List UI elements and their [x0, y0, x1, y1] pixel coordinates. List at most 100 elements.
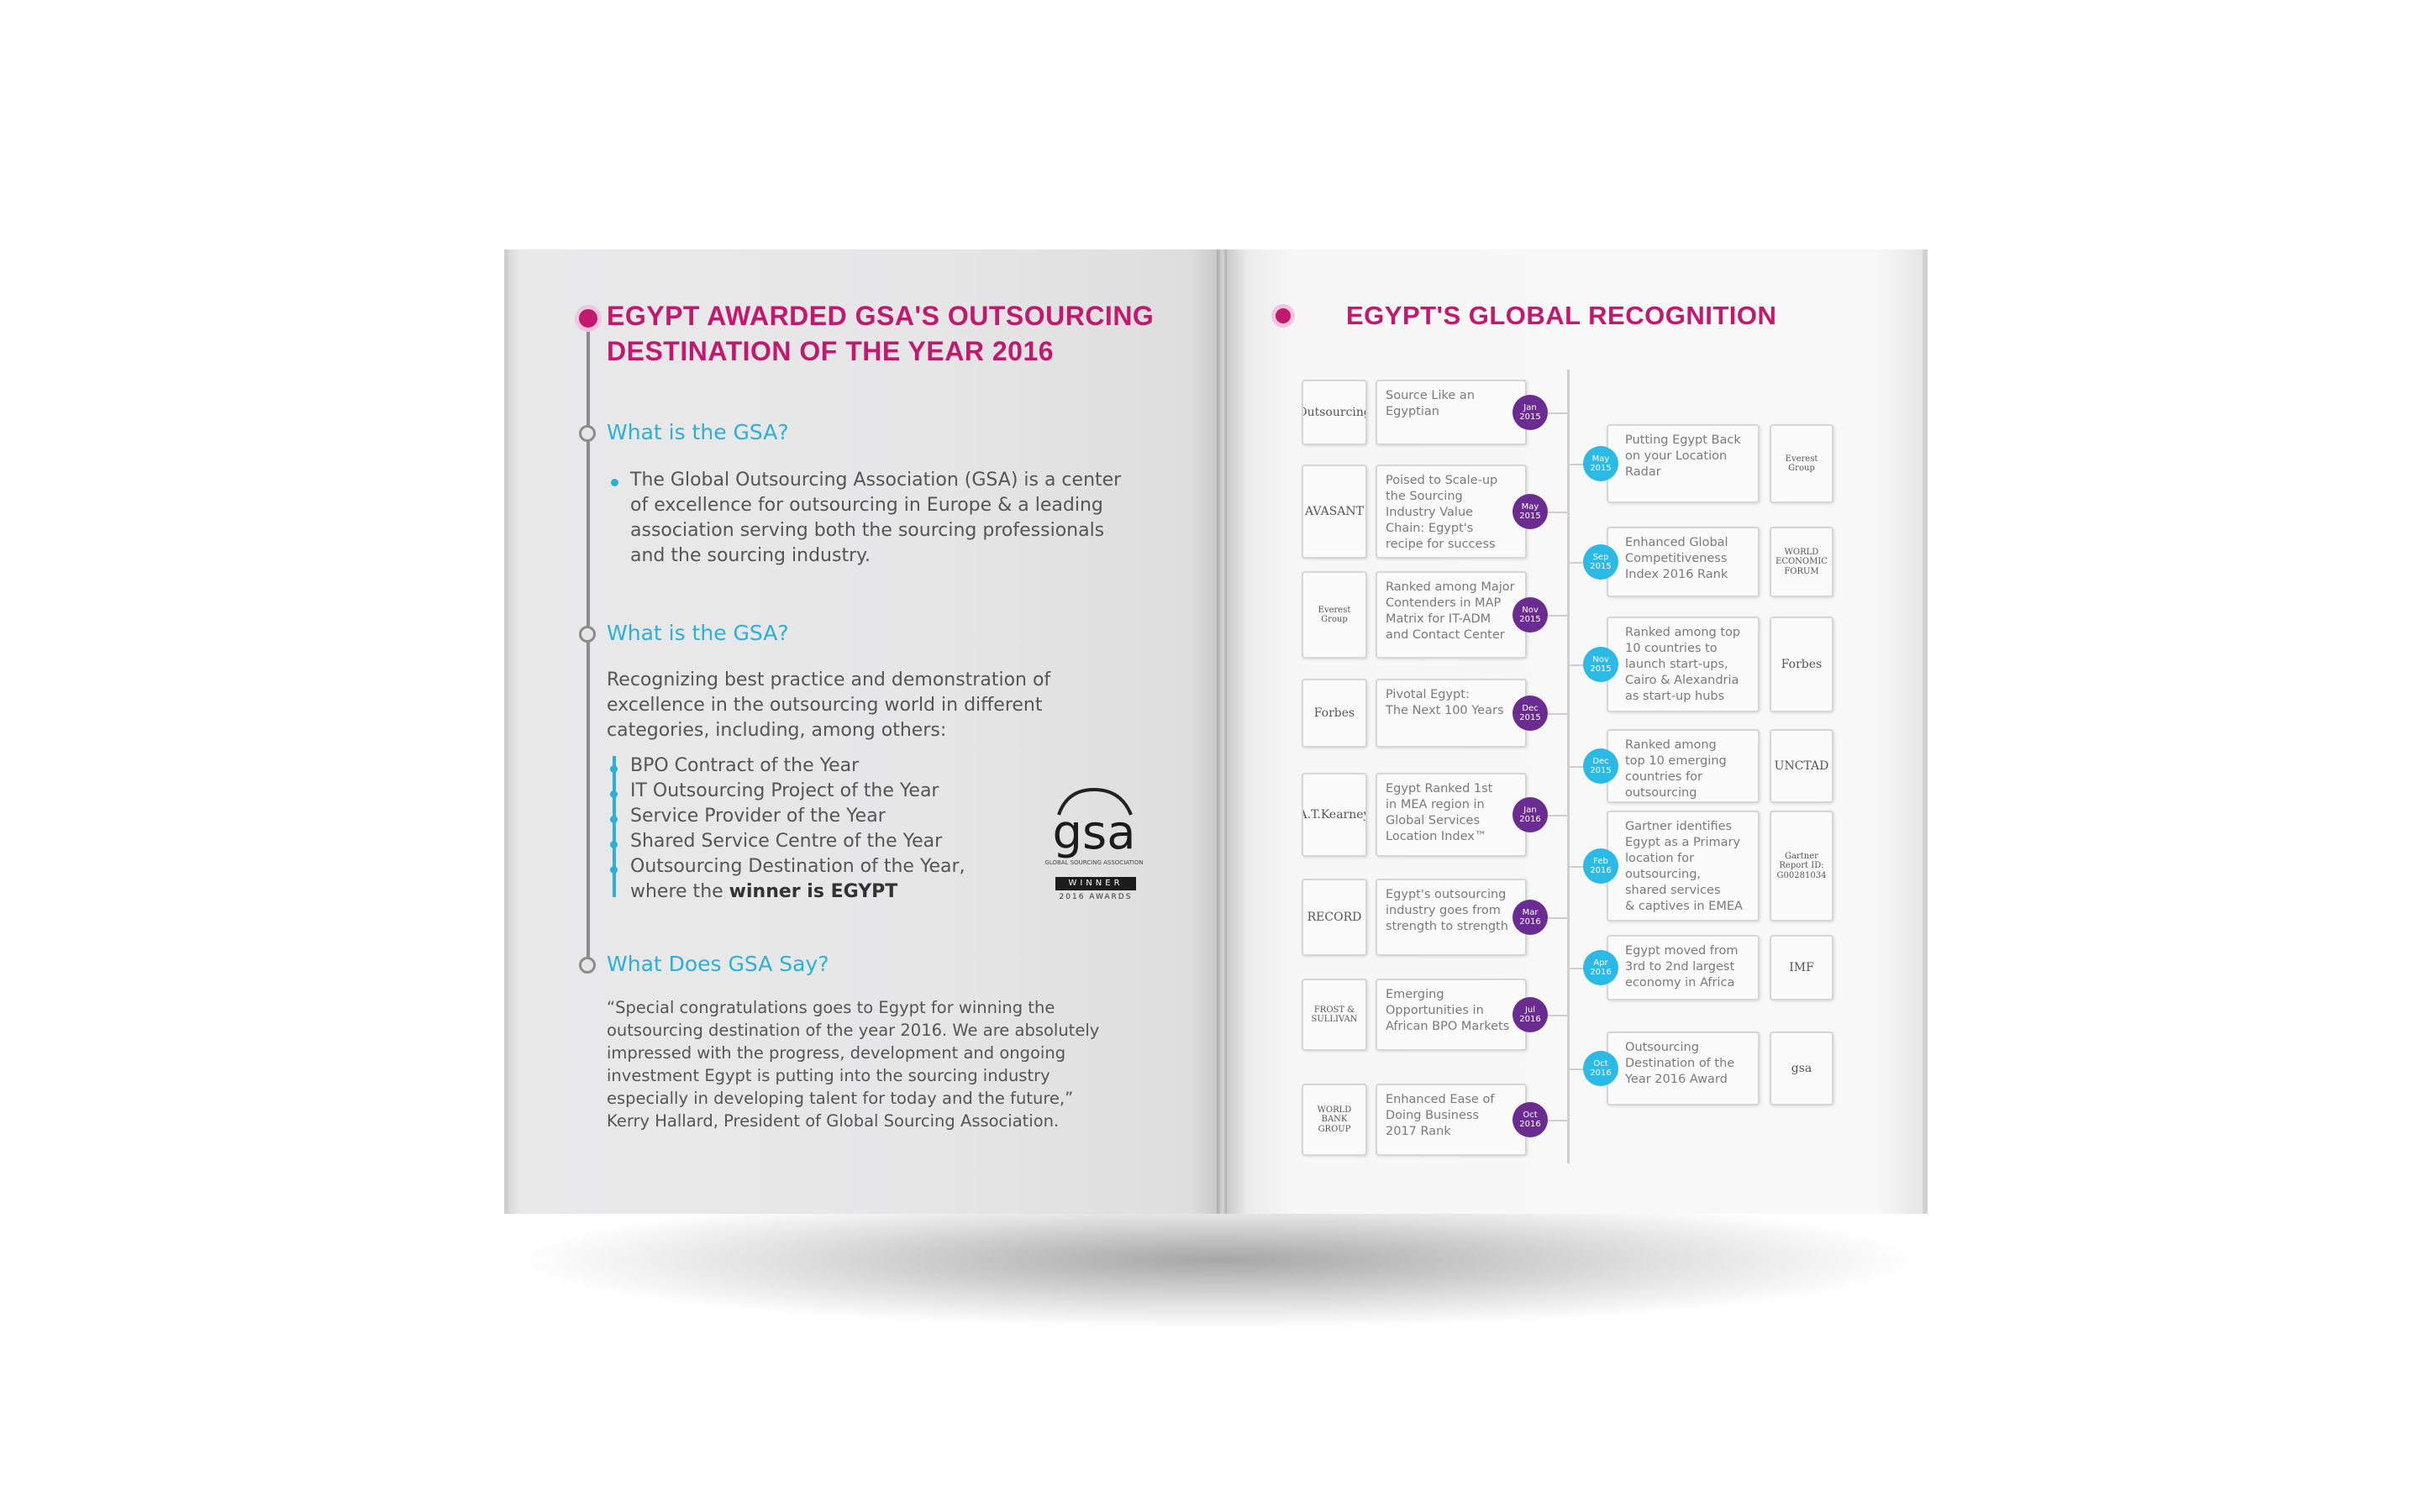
- date-badge: Mar 2016: [1512, 900, 1548, 935]
- date-badge: Sep 2015: [1583, 544, 1618, 580]
- gsa-quote: “Special congratulations goes to Egypt f…: [607, 996, 1144, 1132]
- source-logo: gsa: [1770, 1032, 1833, 1105]
- entry-text-line: on your Location: [1625, 449, 1728, 463]
- recognition-entry: Pivotal Egypt: The Next 100 Years: [1376, 679, 1527, 748]
- date-badge: Nov 2015: [1583, 647, 1618, 682]
- date-badge: Dec 2015: [1512, 696, 1548, 731]
- right-page-edge: [1923, 249, 1928, 1214]
- section-1-line: The Global Outsourcing Association (GSA)…: [630, 470, 1122, 491]
- entry-text-line: shared services: [1625, 884, 1721, 897]
- entry-text-line: & captives in EMEA: [1625, 900, 1743, 913]
- date-badge-text: Dec: [1592, 757, 1609, 766]
- date-badge-text: 2016: [1590, 866, 1612, 875]
- timeline-connector: [1548, 1015, 1568, 1016]
- gsa-winner-band: WINNER: [1055, 877, 1136, 890]
- date-badge-text: Jan: [1523, 806, 1537, 815]
- date-badge-text: Nov: [1522, 606, 1539, 615]
- date-badge-text: Jul: [1524, 1005, 1536, 1015]
- entry-text-line: Index 2016 Rank: [1625, 568, 1728, 581]
- list-item: BPO Contract of the Year: [630, 755, 860, 776]
- date-badge-text: 2016: [1590, 968, 1612, 977]
- entry-text-line: Doing Business: [1386, 1109, 1480, 1122]
- recognition-entry: Outsourcing Destination of the Year 2016 A…: [1607, 1032, 1760, 1105]
- entry-text-line: industry goes from: [1386, 904, 1501, 917]
- date-badge-text: 2015: [1519, 512, 1541, 521]
- winner-prefix: where the: [630, 881, 729, 902]
- source-logo: RECORD: [1302, 879, 1367, 956]
- timeline-connector: [1548, 512, 1568, 513]
- date-badge-text: 2016: [1519, 1015, 1541, 1024]
- list-bullet-icon: [610, 866, 618, 874]
- recognition-entry: Poised to Scale-up the Sourcing Industry V…: [1376, 465, 1527, 559]
- date-badge: Jan 2015: [1512, 395, 1548, 430]
- entry-text-line: Poised to Scale-up: [1386, 474, 1498, 487]
- quote-line: Kerry Hallard, President of Global Sourc…: [607, 1111, 1060, 1131]
- entry-text-line: Industry Value: [1386, 506, 1474, 519]
- recognition-entry: Ranked among Major Contenders in MAP Matri…: [1376, 571, 1527, 659]
- section-1-line: of excellence for outsourcing in Europe …: [630, 495, 1103, 516]
- right-title-bullet-icon: [1271, 304, 1295, 328]
- entry-text-line: Enhanced Ease of: [1386, 1093, 1495, 1106]
- section-1-bullet-icon: [611, 479, 618, 486]
- entry-text-line: economy in Africa: [1625, 976, 1735, 990]
- source-logo-text: gsa: [1791, 1061, 1812, 1075]
- quote-line: investment Egypt is putting into the sou…: [607, 1066, 1050, 1085]
- entry-text-line: recipe for success: [1386, 538, 1496, 551]
- timeline-connector: [1548, 713, 1568, 715]
- date-badge-text: May: [1591, 454, 1610, 464]
- entry-text-line: The Next 100 Years: [1386, 704, 1504, 717]
- list-bullet-icon: [610, 816, 618, 823]
- source-logo-text: IMF: [1789, 960, 1814, 974]
- date-badge: May 2015: [1583, 446, 1618, 481]
- date-badge: Jul 2016: [1512, 997, 1548, 1032]
- entry-text-line: Chain: Egypt's: [1386, 522, 1474, 535]
- date-badge-text: Jan: [1523, 403, 1537, 412]
- entry-text-line: Competitiveness: [1625, 552, 1728, 565]
- entry-text-line: Enhanced Global: [1625, 536, 1728, 549]
- section-3-heading: What Does GSA Say?: [607, 952, 829, 976]
- date-badge-text: 2016: [1590, 1068, 1612, 1078]
- source-logo: IMF: [1770, 935, 1833, 1000]
- recognition-entry: Enhanced Ease of Doing Business 2017 Rank: [1376, 1084, 1527, 1156]
- timeline-connector: [1548, 815, 1568, 816]
- source-logo-text: Everest Group: [1785, 454, 1818, 474]
- list-item: Outsourcing Destination of the Year,: [630, 856, 965, 877]
- entry-text-line: Opportunities in: [1386, 1004, 1484, 1017]
- source-logo: WORLD BANK GROUP: [1302, 1084, 1367, 1156]
- source-logo: Everest Group: [1302, 571, 1367, 659]
- entry-text-line: location for: [1625, 852, 1695, 865]
- date-badge: Jan 2016: [1512, 797, 1548, 832]
- timeline-connector: [1548, 1120, 1568, 1121]
- entry-text-line: Location Index™: [1386, 830, 1487, 843]
- left-page-title: EGYPT AWARDED GSA'S OUTSOURCING DESTINAT…: [607, 298, 1178, 369]
- date-badge: Feb 2016: [1583, 848, 1618, 884]
- entry-text-line: as start-up hubs: [1625, 690, 1725, 703]
- entry-text-line: Outsourcing: [1625, 1041, 1699, 1054]
- entry-text-line: Source Like an: [1386, 389, 1476, 402]
- entry-text-line: Contenders in MAP: [1386, 596, 1502, 610]
- entry-text-line: the Sourcing: [1386, 490, 1463, 503]
- date-badge-text: Dec: [1522, 704, 1539, 713]
- entry-text-line: Ranked among top: [1625, 626, 1741, 639]
- entry-text-line: strength to strength: [1386, 920, 1508, 933]
- section-2-ring-icon: [579, 626, 596, 643]
- date-badge-text: 2016: [1519, 815, 1541, 824]
- quote-line: “Special congratulations goes to Egypt f…: [607, 998, 1055, 1017]
- entry-text-line: 3rd to 2nd largest: [1625, 960, 1735, 974]
- entry-text-line: Egypt as a Primary: [1625, 836, 1741, 849]
- source-logo-text: WORLD BANK GROUP: [1317, 1105, 1352, 1134]
- date-badge-text: 2015: [1590, 464, 1612, 473]
- section-1-body: The Global Outsourcing Association (GSA)…: [630, 468, 1168, 569]
- entry-text-line: outsourcing: [1625, 786, 1697, 800]
- entry-text-line: Emerging: [1386, 988, 1444, 1001]
- title-bullet-icon: [575, 305, 602, 332]
- source-logo-text: FROST & SULLIVAN: [1311, 1005, 1358, 1025]
- list-item: Service Provider of the Year: [630, 806, 886, 827]
- source-logo-text: UNCTAD: [1774, 759, 1829, 773]
- date-badge-text: May: [1521, 502, 1539, 512]
- gsa-logo-text: gsa: [1052, 806, 1135, 860]
- source-logo: Outsourcing: [1302, 380, 1367, 445]
- recognition-entry: Ranked among top 10 countries to launch st…: [1607, 617, 1760, 712]
- gsa-logo-small-text: GLOBAL SOURCING ASSOCIATION: [1044, 859, 1143, 866]
- list-bullet-icon: [610, 790, 618, 798]
